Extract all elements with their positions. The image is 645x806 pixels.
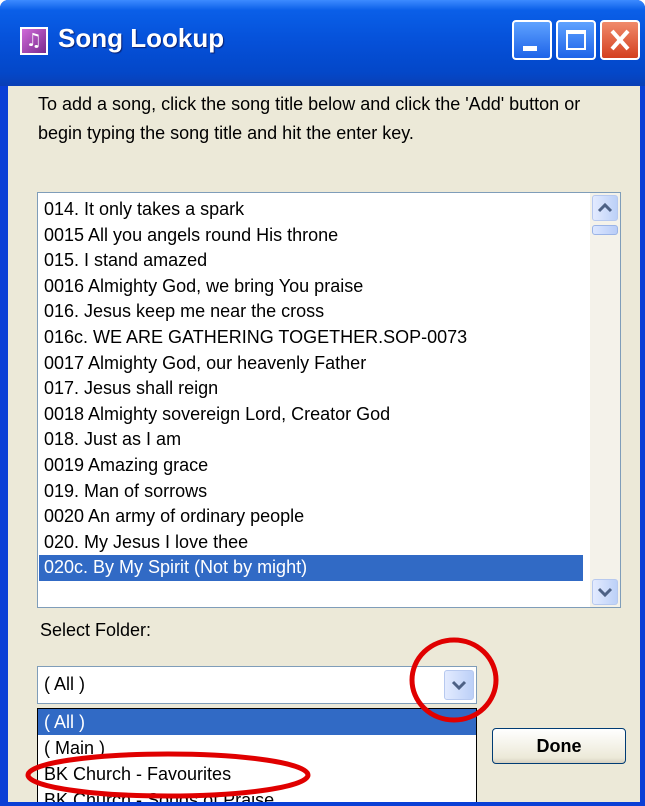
folder-dropdown-list[interactable]: ( All )( Main ) BK Church - Favourites BK … bbox=[37, 708, 477, 806]
minimize-icon bbox=[523, 46, 537, 51]
done-button[interactable]: Done bbox=[492, 728, 626, 764]
chevron-up-icon bbox=[597, 202, 613, 213]
song-list-item[interactable]: 0017 Almighty God, our heavenly Father bbox=[39, 351, 583, 377]
song-list[interactable]: 014. It only takes a spark 0015 All you a… bbox=[37, 192, 621, 608]
maximize-button[interactable] bbox=[556, 20, 596, 60]
song-list-item[interactable]: 018. Just as I am bbox=[39, 427, 583, 453]
folder-select-value: ( All ) bbox=[44, 674, 86, 694]
scroll-down-button[interactable] bbox=[592, 579, 618, 605]
title-bar[interactable]: ♫ Song Lookup bbox=[0, 0, 645, 86]
song-list-item[interactable]: 0018 Almighty sovereign Lord, Creator Go… bbox=[39, 402, 583, 428]
folder-option[interactable]: ( All ) bbox=[38, 709, 476, 735]
close-icon bbox=[610, 29, 630, 51]
window-bottom-border bbox=[0, 802, 645, 806]
song-list-item[interactable]: 014. It only takes a spark bbox=[39, 197, 583, 223]
select-folder-label: Select Folder: bbox=[40, 620, 152, 640]
music-note-icon: ♫ bbox=[20, 27, 48, 55]
folder-select[interactable]: ( All ) bbox=[37, 666, 477, 704]
song-lookup-window: ♫ Song Lookup To add a song, click the s… bbox=[0, 0, 645, 806]
scroll-thumb[interactable] bbox=[592, 225, 618, 235]
song-list-item[interactable]: 019. Man of sorrows bbox=[39, 479, 583, 505]
close-button[interactable] bbox=[600, 20, 640, 60]
song-list-item[interactable]: 0019 Amazing grace bbox=[39, 453, 583, 479]
song-list-item[interactable]: 020c. By My Spirit (Not by might) bbox=[39, 555, 583, 581]
chevron-down-icon bbox=[451, 680, 467, 691]
song-list-items: 014. It only takes a spark 0015 All you a… bbox=[39, 197, 583, 581]
song-list-item[interactable]: 0016 Almighty God, we bring You praise bbox=[39, 274, 583, 300]
song-list-item[interactable]: 017. Jesus shall reign bbox=[39, 376, 583, 402]
dialog-body: To add a song, click the song title belo… bbox=[8, 86, 640, 806]
song-list-item[interactable]: 016c. WE ARE GATHERING TOGETHER.SOP-0073 bbox=[39, 325, 583, 351]
song-list-scrollbar[interactable] bbox=[590, 193, 620, 607]
song-list-item[interactable]: 015. I stand amazed bbox=[39, 248, 583, 274]
folder-option[interactable]: ( Main ) bbox=[38, 735, 476, 761]
window-title: Song Lookup bbox=[58, 23, 225, 53]
folder-option[interactable]: BK Church - Favourites bbox=[38, 761, 476, 787]
song-list-item[interactable]: 0015 All you angels round His throne bbox=[39, 223, 583, 249]
chevron-down-icon bbox=[597, 587, 613, 598]
song-list-item[interactable]: 020. My Jesus I love thee bbox=[39, 530, 583, 556]
minimize-button[interactable] bbox=[512, 20, 552, 60]
scroll-up-button[interactable] bbox=[592, 195, 618, 221]
instructions-text: To add a song, click the song title belo… bbox=[38, 94, 581, 143]
folder-dropdown-button[interactable] bbox=[444, 670, 474, 700]
maximize-icon bbox=[566, 30, 586, 50]
song-list-item[interactable]: 016. Jesus keep me near the cross bbox=[39, 299, 583, 325]
song-list-item[interactable]: 0020 An army of ordinary people bbox=[39, 504, 583, 530]
